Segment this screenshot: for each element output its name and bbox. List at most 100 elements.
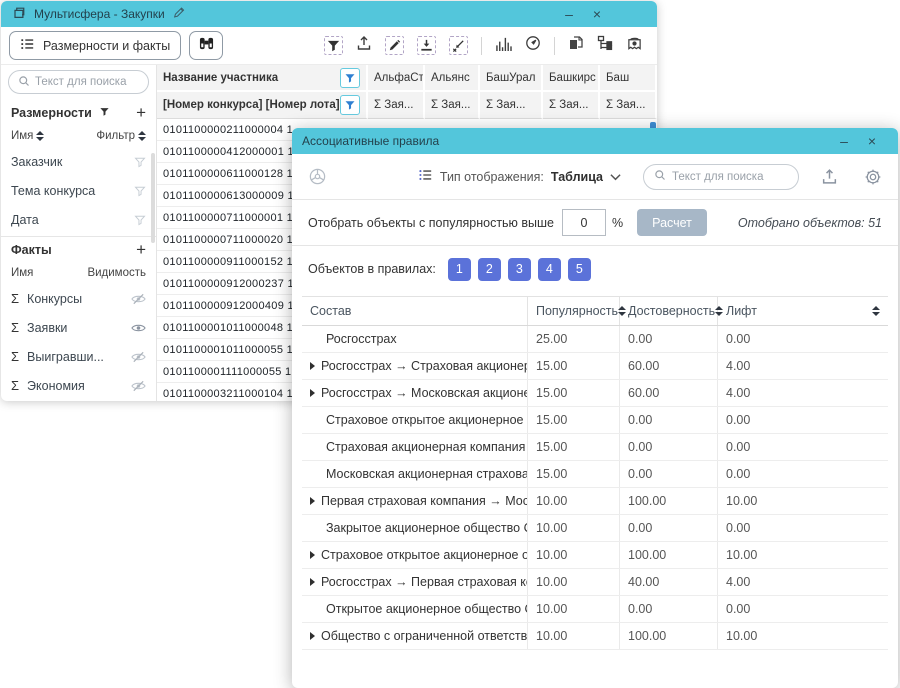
popularity-threshold-input[interactable] xyxy=(562,209,606,236)
rule-row[interactable]: Общество с ограниченной ответственной...… xyxy=(302,623,888,650)
histogram-icon[interactable] xyxy=(495,36,512,56)
visibility-eye-off-icon[interactable] xyxy=(131,351,146,363)
edit-selection-icon[interactable] xyxy=(385,36,404,55)
binoculars-button[interactable] xyxy=(189,31,223,60)
fact-item[interactable]: ΣВыигравши... xyxy=(1,342,156,371)
fact-item[interactable]: ΣЭкономия xyxy=(1,371,156,400)
calculate-button[interactable]: Расчет xyxy=(637,209,707,236)
dialog-search[interactable] xyxy=(643,164,799,190)
gear-icon[interactable] xyxy=(864,168,882,186)
participant-filter-button[interactable] xyxy=(340,68,360,88)
load-selection-icon[interactable] xyxy=(417,36,436,55)
objects-count-button-5[interactable]: 5 xyxy=(568,258,591,281)
header-popularity[interactable]: Популярность xyxy=(528,297,620,325)
rule-composition-cell[interactable]: Росгосстрах → Первая страховая компания xyxy=(302,569,528,595)
column-subheader-cell[interactable]: Σ Зая... xyxy=(368,92,425,119)
dimension-item[interactable]: Тема конкурса xyxy=(1,176,156,205)
rule-composition-cell[interactable]: Московская акционерная страховая комп... xyxy=(302,461,528,487)
display-type-select[interactable]: Тип отображения: Таблица xyxy=(418,168,621,185)
objects-count-button-2[interactable]: 2 xyxy=(478,258,501,281)
expand-triangle-icon[interactable] xyxy=(310,389,315,397)
column-subheader-cell[interactable]: Σ Зая... xyxy=(425,92,480,119)
item-filter-icon[interactable] xyxy=(134,214,146,226)
rule-row[interactable]: Московская акционерная страховая комп...… xyxy=(302,461,888,488)
rule-composition-cell[interactable]: Открытое акционерное общество Страхов... xyxy=(302,596,528,622)
dimension-item[interactable]: Дата xyxy=(1,205,156,234)
expand-triangle-icon[interactable] xyxy=(310,551,315,559)
rule-composition-cell[interactable]: Страховая акционерная компания ЭНЕРГ... xyxy=(302,434,528,460)
dialog-close-button[interactable]: × xyxy=(862,131,882,151)
dialog-search-input[interactable] xyxy=(672,171,788,183)
rule-row[interactable]: Страховая акционерная компания ЭНЕРГ...1… xyxy=(302,434,888,461)
column-subheader-cell[interactable]: Σ Зая... xyxy=(480,92,543,119)
rule-composition-cell[interactable]: Страховое открытое акционерное общест... xyxy=(302,542,528,568)
contest-filter-button[interactable] xyxy=(340,95,360,115)
header-composition[interactable]: Состав xyxy=(302,297,528,325)
add-dimension-button[interactable]: + xyxy=(136,103,146,123)
structure-icon[interactable] xyxy=(597,35,613,56)
rule-row[interactable]: Открытое акционерное общество Страхов...… xyxy=(302,596,888,623)
column-header-cell[interactable]: Башкирс xyxy=(543,65,600,92)
visibility-eye-off-icon[interactable] xyxy=(131,293,146,305)
column-header-cell[interactable]: АльфаСтр xyxy=(368,65,425,92)
sort-lift-control[interactable] xyxy=(872,306,880,316)
expand-triangle-icon[interactable] xyxy=(310,578,315,586)
header-lift[interactable]: Лифт xyxy=(718,297,888,325)
sidebar-search-input[interactable] xyxy=(35,76,139,88)
gauge-icon[interactable] xyxy=(525,35,541,56)
rule-composition-cell[interactable]: Страховое открытое акционерное общест... xyxy=(302,407,528,433)
sort-name-control[interactable] xyxy=(36,131,44,141)
objects-count-button-4[interactable]: 4 xyxy=(538,258,561,281)
edit-title-icon[interactable] xyxy=(173,6,186,22)
rule-row[interactable]: Росгосстрах → Московская акционерная с..… xyxy=(302,380,888,407)
rule-row[interactable]: Первая страховая компания → Московска...… xyxy=(302,488,888,515)
visibility-eye-icon[interactable] xyxy=(131,322,146,334)
close-button[interactable]: × xyxy=(587,4,607,24)
rule-composition-cell[interactable]: Закрытое акционерное общество Страхов... xyxy=(302,515,528,541)
objects-count-button-3[interactable]: 3 xyxy=(508,258,531,281)
dialog-titlebar[interactable]: Ассоциативные правила – × xyxy=(292,128,898,154)
rule-composition-cell[interactable]: Росгосстрах xyxy=(302,326,528,352)
sort-filter-control[interactable] xyxy=(138,131,146,141)
rule-row[interactable]: Страховое открытое акционерное общест...… xyxy=(302,407,888,434)
wheel-icon[interactable] xyxy=(308,167,327,186)
sidebar-scrollbar[interactable] xyxy=(151,153,155,243)
rule-row[interactable]: Закрытое акционерное общество Страхов...… xyxy=(302,515,888,542)
expand-triangle-icon[interactable] xyxy=(310,632,315,640)
dialog-minimize-button[interactable]: – xyxy=(834,131,854,151)
copy-icon[interactable] xyxy=(568,35,584,56)
contest-number-header-cell[interactable]: [Номер конкурса] [Номер лота] xyxy=(157,92,368,119)
rule-composition-cell[interactable]: Общество с ограниченной ответственной... xyxy=(302,623,528,649)
item-filter-icon[interactable] xyxy=(134,185,146,197)
column-header-cell[interactable]: БашУрал xyxy=(480,65,543,92)
filter-icon[interactable] xyxy=(324,36,343,55)
rule-row[interactable]: Страховое открытое акционерное общест...… xyxy=(302,542,888,569)
rule-composition-cell[interactable]: Росгосстрах → Страховая акционерная ко..… xyxy=(302,353,528,379)
rule-row[interactable]: Росгосстрах25.000.000.00 xyxy=(302,326,888,353)
upload-icon[interactable] xyxy=(821,168,838,185)
expand-triangle-icon[interactable] xyxy=(310,497,315,505)
header-confidence[interactable]: Достоверность xyxy=(620,297,718,325)
column-header-cell[interactable]: Альянс xyxy=(425,65,480,92)
rule-row[interactable]: Росгосстрах → Первая страховая компания1… xyxy=(302,569,888,596)
column-subheader-cell[interactable]: Σ Зая... xyxy=(600,92,657,119)
item-filter-icon[interactable] xyxy=(134,156,146,168)
objects-count-button-1[interactable]: 1 xyxy=(448,258,471,281)
dimension-item[interactable]: Заказчик xyxy=(1,147,156,176)
rule-row[interactable]: Росгосстрах → Страховая акционерная ко..… xyxy=(302,353,888,380)
fact-item[interactable]: ΣЗаявки xyxy=(1,313,156,342)
view-settings-icon[interactable] xyxy=(626,36,643,56)
column-header-cell[interactable]: Баш xyxy=(600,65,657,92)
rule-composition-cell[interactable]: Первая страховая компания → Московска... xyxy=(302,488,528,514)
dimensions-filter-icon[interactable] xyxy=(99,106,110,120)
fact-item[interactable]: ΣКонкурсы xyxy=(1,284,156,313)
dimensions-facts-button[interactable]: Размерности и факты xyxy=(9,31,181,60)
visibility-eye-off-icon[interactable] xyxy=(131,380,146,392)
sidebar-search[interactable] xyxy=(8,70,149,94)
rule-composition-cell[interactable]: Росгосстрах → Московская акционерная с..… xyxy=(302,380,528,406)
main-titlebar[interactable]: Мультисфера - Закупки – × xyxy=(1,1,657,27)
export-icon[interactable] xyxy=(356,35,372,56)
minimize-button[interactable]: – xyxy=(559,4,579,24)
participant-header-cell[interactable]: Название участника xyxy=(157,65,368,92)
clear-selection-icon[interactable] xyxy=(449,36,468,55)
